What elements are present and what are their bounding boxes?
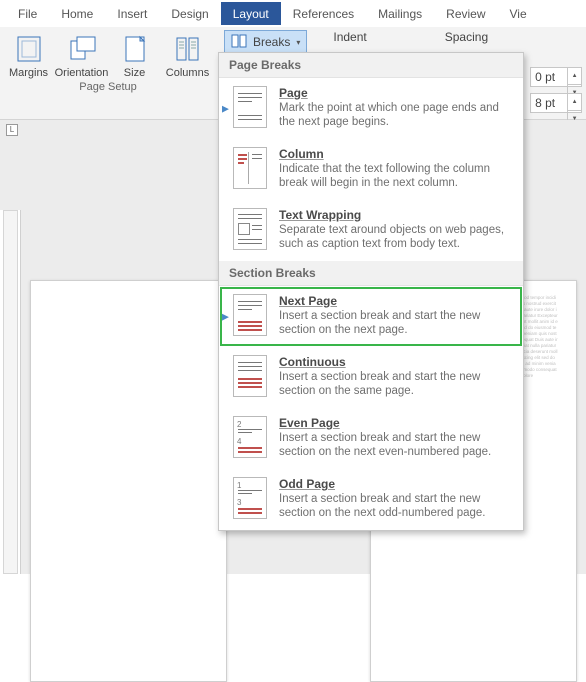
margins-button[interactable]: Margins xyxy=(6,31,51,79)
page-breaks-header: Page Breaks xyxy=(219,53,523,78)
size-icon xyxy=(119,33,151,65)
breaks-label: Breaks xyxy=(253,35,290,49)
even-page-icon: 2 4 xyxy=(233,416,267,458)
continuous-icon xyxy=(233,355,267,397)
spinner-icon[interactable]: ▲▼ xyxy=(567,68,581,86)
odd-page-icon: 1 3 xyxy=(233,477,267,519)
tab-review[interactable]: Review xyxy=(434,2,497,25)
option-odd-page-section-break[interactable]: 1 3 Odd PageInsert a section break and s… xyxy=(219,469,523,530)
orientation-button[interactable]: Orientation xyxy=(59,31,104,79)
breaks-button[interactable]: Breaks ▾ xyxy=(224,30,307,54)
option-continuous-section-break[interactable]: ContinuousInsert a section break and sta… xyxy=(219,347,523,408)
tab-references[interactable]: References xyxy=(281,2,366,25)
tab-layout[interactable]: Layout xyxy=(221,2,281,25)
option-even-page-section-break[interactable]: 2 4 Even PageInsert a section break and … xyxy=(219,408,523,469)
option-page-break[interactable]: ▶ PageMark the point at which one page e… xyxy=(219,78,523,139)
chevron-down-icon: ▾ xyxy=(296,38,300,47)
text-wrapping-icon xyxy=(233,208,267,250)
spacing-after-input[interactable]: 8 pt▲▼ xyxy=(530,93,582,113)
column-break-icon xyxy=(233,147,267,189)
orientation-icon xyxy=(66,33,98,65)
spacing-label: Spacing xyxy=(445,30,488,44)
tab-design[interactable]: Design xyxy=(159,2,220,25)
section-breaks-header: Section Breaks xyxy=(219,261,523,286)
tab-stop-marker[interactable]: L xyxy=(6,124,18,136)
tab-home[interactable]: Home xyxy=(49,2,105,25)
page-break-icon xyxy=(233,86,267,128)
group-page-setup: Margins Orientation Size Columns Page Se… xyxy=(0,27,216,119)
chevron-right-icon: ▶ xyxy=(222,103,229,114)
spinner-icon[interactable]: ▲▼ xyxy=(567,94,581,112)
group-label-page-setup: Page Setup xyxy=(6,79,210,96)
option-next-page-section-break[interactable]: ▶ Next PageInsert a section break and st… xyxy=(219,286,523,347)
next-page-icon xyxy=(233,294,267,336)
margins-icon xyxy=(13,33,45,65)
page-1 xyxy=(30,280,227,682)
option-text-wrapping-break[interactable]: Text WrappingSeparate text around object… xyxy=(219,200,523,261)
tab-file[interactable]: File xyxy=(6,2,49,25)
chevron-right-icon: ▶ xyxy=(222,311,229,322)
ribbon-tabs: File Home Insert Design Layout Reference… xyxy=(0,0,586,27)
spacing-before-input[interactable]: 0 pt▲▼ xyxy=(530,67,582,87)
option-column-break[interactable]: ColumnIndicate that the text following t… xyxy=(219,139,523,200)
tab-insert[interactable]: Insert xyxy=(105,2,159,25)
columns-button[interactable]: Columns xyxy=(165,31,210,79)
breaks-icon xyxy=(231,34,247,51)
columns-icon xyxy=(172,33,204,65)
breaks-dropdown: Page Breaks ▶ PageMark the point at whic… xyxy=(218,52,524,531)
tab-view[interactable]: Vie xyxy=(498,2,539,25)
size-button[interactable]: Size xyxy=(112,31,157,79)
indent-label: Indent xyxy=(333,30,366,44)
vertical-ruler xyxy=(0,210,21,574)
tab-mailings[interactable]: Mailings xyxy=(366,2,434,25)
